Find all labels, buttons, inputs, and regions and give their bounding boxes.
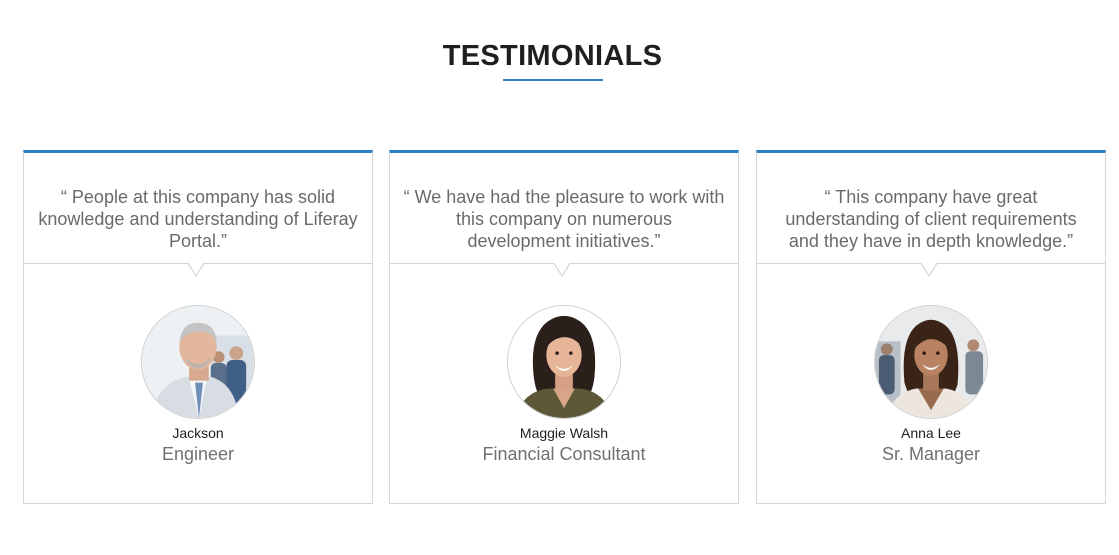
avatar — [874, 305, 988, 419]
avatar — [507, 305, 621, 419]
quote-box: “ We have had the pleasure to work with … — [390, 153, 738, 277]
person-name: Maggie Walsh — [519, 425, 609, 441]
man-portrait-photo — [142, 306, 254, 418]
quote-box: “ People at this company has solid knowl… — [24, 153, 372, 277]
testimonial-card: “ We have had the pleasure to work with … — [389, 150, 739, 504]
testimonial-card: “ People at this company has solid knowl… — [23, 150, 373, 504]
quote-box: “ This company have great understanding … — [757, 153, 1105, 277]
person-role: Engineer — [161, 444, 235, 464]
title-underline — [503, 79, 603, 81]
quote-pointer — [920, 262, 938, 277]
quote-text: “ This company have great understanding … — [785, 187, 1077, 251]
avatar — [141, 305, 255, 419]
person-role: Financial Consultant — [482, 444, 646, 464]
quote-pointer — [553, 262, 571, 277]
person-name: Anna Lee — [901, 425, 961, 441]
person-name: Jackson — [172, 425, 224, 441]
section-title: TESTIMONIALS — [442, 40, 663, 72]
quote-text: “ We have had the pleasure to work with … — [403, 187, 725, 251]
woman-portrait-photo — [508, 306, 620, 418]
woman-portrait-photo — [875, 306, 987, 418]
testimonial-card: “ This company have great understanding … — [756, 150, 1106, 504]
quote-pointer — [187, 262, 205, 277]
quote-text: “ People at this company has solid knowl… — [38, 187, 358, 251]
person-role: Sr. Manager — [881, 444, 981, 464]
